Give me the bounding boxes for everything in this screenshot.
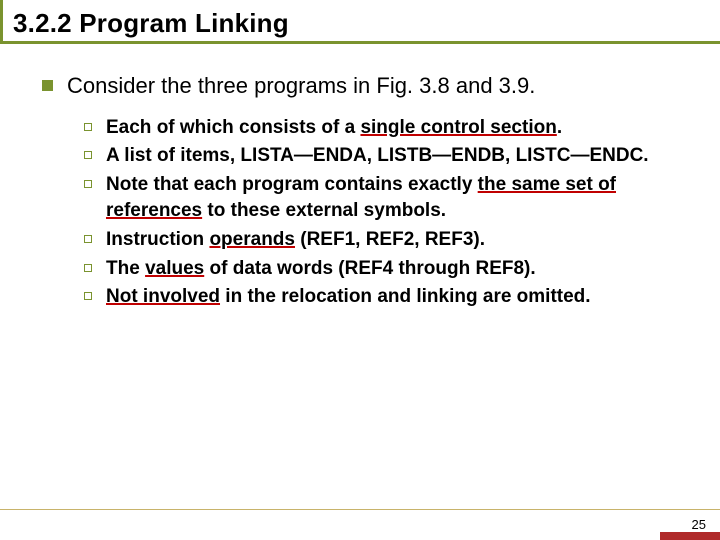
text-pre: Each of which consists of a [106,117,360,138]
sub-bullet-list: Each of which consists of a single contr… [42,115,690,311]
bullet-outline-square-icon [84,264,92,272]
bullet-level2: Instruction operands (REF1, REF2, REF3). [84,227,690,254]
sub-point-text: A list of items, LISTA—ENDA, LISTB—ENDB,… [106,143,649,170]
accent-bar [660,532,720,540]
sub-point-text: Not involved in the relocation and linki… [106,284,591,311]
bullet-square-icon [42,80,53,91]
text-post: . [557,117,562,138]
text-underline: values [145,258,204,279]
bullet-outline-square-icon [84,123,92,131]
text-underline: operands [209,229,295,250]
bullet-level2: Not involved in the relocation and linki… [84,284,690,311]
slide: 3.2.2 Program Linking Consider the three… [0,0,720,540]
bullet-level2: The values of data words (REF4 through R… [84,256,690,283]
page-number: 25 [692,517,706,532]
text-underline: single control section [360,117,556,138]
bullet-outline-square-icon [84,180,92,188]
content-area: Consider the three programs in Fig. 3.8 … [0,44,720,311]
sub-point-text: Each of which consists of a single contr… [106,115,562,142]
bullet-outline-square-icon [84,292,92,300]
bullet-level1: Consider the three programs in Fig. 3.8 … [42,72,690,101]
text-pre: Instruction [106,229,209,250]
main-point-text: Consider the three programs in Fig. 3.8 … [67,72,535,101]
bullet-level2: Note that each program contains exactly … [84,172,690,225]
bullet-level2: Each of which consists of a single contr… [84,115,690,142]
sub-point-text: The values of data words (REF4 through R… [106,256,536,283]
bullet-outline-square-icon [84,151,92,159]
text-underline: Not involved [106,286,220,307]
text-pre: A list of items, LISTA—ENDA, LISTB—ENDB,… [106,145,649,166]
sub-point-text: Note that each program contains exactly … [106,172,656,225]
text-pre: Note that each program contains exactly [106,174,478,195]
bullet-level2: A list of items, LISTA—ENDA, LISTB—ENDB,… [84,143,690,170]
text-post: of data words (REF4 through REF8). [204,258,535,279]
bottom-divider [0,509,720,510]
text-post: to these external symbols. [202,200,446,221]
sub-point-text: Instruction operands (REF1, REF2, REF3). [106,227,485,254]
slide-title: 3.2.2 Program Linking [13,8,710,39]
title-wrap: 3.2.2 Program Linking [0,0,720,44]
bullet-outline-square-icon [84,235,92,243]
text-post: in the relocation and linking are omitte… [220,286,591,307]
text-post: (REF1, REF2, REF3). [295,229,485,250]
text-pre: The [106,258,145,279]
